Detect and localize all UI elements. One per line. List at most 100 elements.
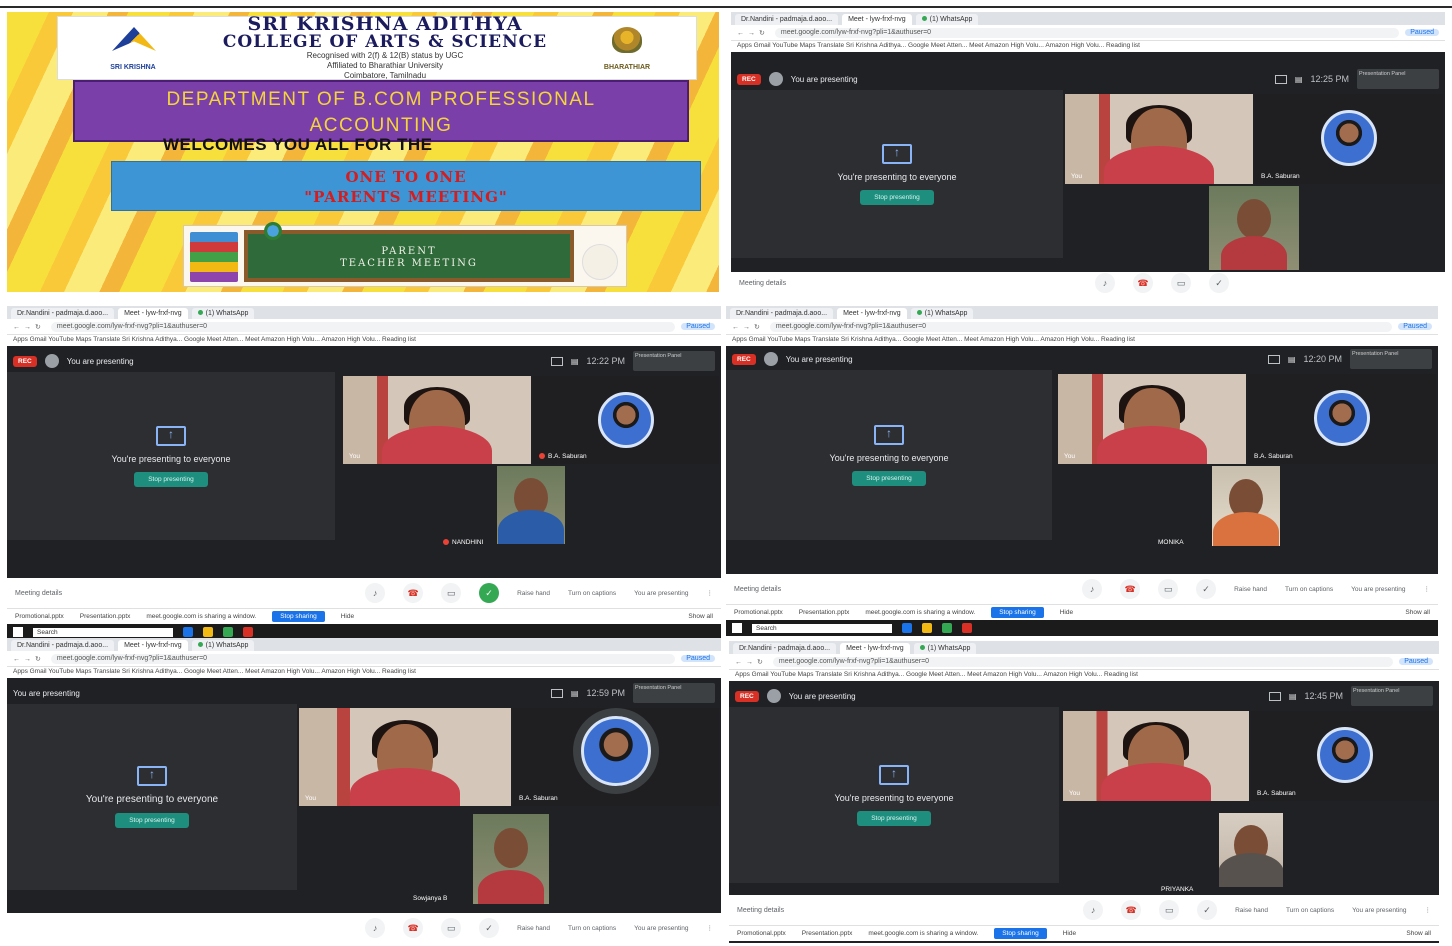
show-all-button[interactable]: Show all xyxy=(1405,609,1430,616)
taskbar-search[interactable]: Search xyxy=(752,623,892,633)
meeting-details-button[interactable]: Meeting details xyxy=(737,907,867,914)
you-are-presenting-button[interactable]: You are presenting xyxy=(1352,907,1406,914)
video-tile-parent[interactable] xyxy=(497,466,565,544)
tab-other[interactable]: Dr.Nandini - padmaja.d.aoo... xyxy=(735,14,839,25)
paused-badge[interactable]: Paused xyxy=(681,655,715,662)
captions-button[interactable]: Turn on captions xyxy=(1285,586,1333,593)
nav-arrows-icon[interactable]: ←→↻ xyxy=(737,29,769,37)
nav-arrows-icon[interactable]: ←→↻ xyxy=(13,323,45,331)
paused-badge[interactable]: Paused xyxy=(681,323,715,330)
tab-whatsapp[interactable]: (1) WhatsApp xyxy=(191,308,255,319)
video-tile-parent[interactable] xyxy=(1219,813,1283,887)
url-input[interactable]: meet.google.com/lyw-frxf-nvg?pli=1&authu… xyxy=(50,653,676,664)
download-item-1[interactable]: Promotional.pptx xyxy=(734,609,783,616)
video-tile-presenter[interactable]: You xyxy=(1065,94,1253,184)
mic-icon[interactable]: ♪ xyxy=(1083,900,1104,920)
raise-hand-button[interactable]: Raise hand xyxy=(517,925,550,932)
camera-icon[interactable]: ▭ xyxy=(1171,273,1191,293)
meeting-details-button[interactable]: Meeting details xyxy=(15,590,145,597)
you-are-presenting-button[interactable]: You are presenting xyxy=(1351,586,1405,593)
end-call-icon[interactable]: ☎ xyxy=(1121,900,1142,920)
raise-hand-button[interactable]: Raise hand xyxy=(1234,586,1267,593)
stop-sharing-button[interactable]: Stop sharing xyxy=(991,607,1044,618)
nav-arrows-icon[interactable]: ←→↻ xyxy=(13,655,45,663)
show-all-button[interactable]: Show all xyxy=(688,613,713,620)
stop-presenting-button[interactable]: Stop presenting xyxy=(134,471,208,487)
more-options-icon[interactable]: ⋮ xyxy=(707,589,714,597)
tab-whatsapp[interactable]: (1) WhatsApp xyxy=(915,14,979,25)
layout-icon[interactable] xyxy=(1274,74,1287,84)
end-call-icon[interactable]: ☎ xyxy=(1120,579,1141,599)
raise-hand-button[interactable]: Raise hand xyxy=(1235,907,1268,914)
video-tile-presenter[interactable]: You xyxy=(343,376,531,464)
check-icon[interactable]: ✓ xyxy=(1209,273,1229,293)
stop-presenting-button[interactable]: Stop presenting xyxy=(852,470,926,486)
url-input[interactable]: meet.google.com/lyw-frxf-nvg?pli=1&authu… xyxy=(772,656,1394,667)
tab-other[interactable]: Dr.Nandini - padmaja.d.aoo... xyxy=(733,643,837,654)
video-tile-teacher[interactable]: B.A. Saburan xyxy=(1255,94,1443,184)
download-item-2[interactable]: Presentation.pptx xyxy=(799,609,850,616)
camera-icon[interactable]: ▭ xyxy=(441,583,462,603)
url-input[interactable]: meet.google.com/lyw-frxf-nvg?pli=1&authu… xyxy=(774,27,1400,38)
mic-icon[interactable]: ♪ xyxy=(365,918,386,938)
meeting-details-button[interactable]: Meeting details xyxy=(734,586,864,593)
layout-icon[interactable] xyxy=(550,688,563,698)
download-item-2[interactable]: Presentation.pptx xyxy=(802,930,853,937)
tab-other[interactable]: Dr.Nandini - padmaja.d.aoo... xyxy=(11,640,115,651)
presentation-thumbnail[interactable]: Presentation Panel xyxy=(1357,69,1439,89)
paused-badge[interactable]: Paused xyxy=(1399,658,1433,665)
nav-arrows-icon[interactable]: ←→↻ xyxy=(732,323,764,331)
url-input[interactable]: meet.google.com/lyw-frxf-nvg?pli=1&authu… xyxy=(769,321,1393,332)
check-icon[interactable]: ✓ xyxy=(479,583,500,603)
end-call-icon[interactable]: ☎ xyxy=(403,583,424,603)
video-tile-parent[interactable] xyxy=(1209,186,1299,270)
hide-button[interactable]: Hide xyxy=(341,613,354,620)
captions-button[interactable]: Turn on captions xyxy=(568,590,616,597)
taskbar-search[interactable]: Search xyxy=(33,627,173,637)
captions-button[interactable]: Turn on captions xyxy=(568,925,616,932)
you-are-presenting-button[interactable]: You are presenting xyxy=(634,925,688,932)
edge-icon[interactable] xyxy=(183,627,193,637)
video-tile-presenter[interactable]: You xyxy=(1063,711,1249,801)
mic-icon[interactable]: ♪ xyxy=(1095,273,1115,293)
chat-icon[interactable]: ▤ xyxy=(571,357,579,366)
mic-icon[interactable]: ♪ xyxy=(365,583,386,603)
you-are-presenting-button[interactable]: You are presenting xyxy=(634,590,688,597)
layout-icon[interactable] xyxy=(1267,354,1280,364)
video-tile-presenter[interactable]: You xyxy=(1058,374,1246,464)
more-options-icon[interactable]: ⋮ xyxy=(1425,906,1432,914)
tab-whatsapp[interactable]: (1) WhatsApp xyxy=(913,643,977,654)
stop-presenting-button[interactable]: Stop presenting xyxy=(115,813,189,828)
video-tile-teacher[interactable]: B.A. Saburan xyxy=(1251,711,1439,801)
mic-icon[interactable]: ♪ xyxy=(1082,579,1103,599)
end-call-icon[interactable]: ☎ xyxy=(1133,273,1153,293)
video-tile-teacher[interactable]: B.A. Saburan xyxy=(533,376,719,464)
check-icon[interactable]: ✓ xyxy=(479,918,500,938)
presentation-thumbnail[interactable]: Presentation Panel xyxy=(1351,686,1433,706)
tab-meet[interactable]: Meet - lyw-frxf-nvg xyxy=(118,308,188,319)
tab-whatsapp[interactable]: (1) WhatsApp xyxy=(191,640,255,651)
check-icon[interactable]: ✓ xyxy=(1197,900,1218,920)
hide-button[interactable]: Hide xyxy=(1060,609,1073,616)
hide-button[interactable]: Hide xyxy=(1063,930,1076,937)
captions-button[interactable]: Turn on captions xyxy=(1286,907,1334,914)
tab-other[interactable]: Dr.Nandini - padmaja.d.aoo... xyxy=(730,308,834,319)
presentation-thumbnail[interactable]: Presentation Panel xyxy=(1350,349,1432,369)
presentation-thumbnail[interactable]: Presentation Panel xyxy=(633,351,715,371)
check-icon[interactable]: ✓ xyxy=(1196,579,1217,599)
chat-icon[interactable]: ▤ xyxy=(571,689,579,698)
tab-other[interactable]: Dr.Nandini - padmaja.d.aoo... xyxy=(11,308,115,319)
meeting-details-button[interactable]: Meeting details xyxy=(739,280,869,287)
camera-icon[interactable]: ▭ xyxy=(441,918,462,938)
paused-badge[interactable]: Paused xyxy=(1405,29,1439,36)
raise-hand-button[interactable]: Raise hand xyxy=(517,590,550,597)
chrome-icon[interactable] xyxy=(223,627,233,637)
url-input[interactable]: meet.google.com/lyw-frxf-nvg?pli=1&authu… xyxy=(50,321,676,332)
bookmarks-bar[interactable]: Apps Gmail YouTube Maps Translate Sri Kr… xyxy=(7,666,721,678)
video-tile-presenter[interactable]: You xyxy=(299,708,511,806)
stop-presenting-button[interactable]: Stop presenting xyxy=(860,189,934,205)
more-options-icon[interactable]: ⋮ xyxy=(707,924,714,932)
chrome-icon[interactable] xyxy=(942,623,952,633)
camera-icon[interactable]: ▭ xyxy=(1158,579,1179,599)
tab-meet[interactable]: Meet - lyw-frxf-nvg xyxy=(118,640,188,651)
